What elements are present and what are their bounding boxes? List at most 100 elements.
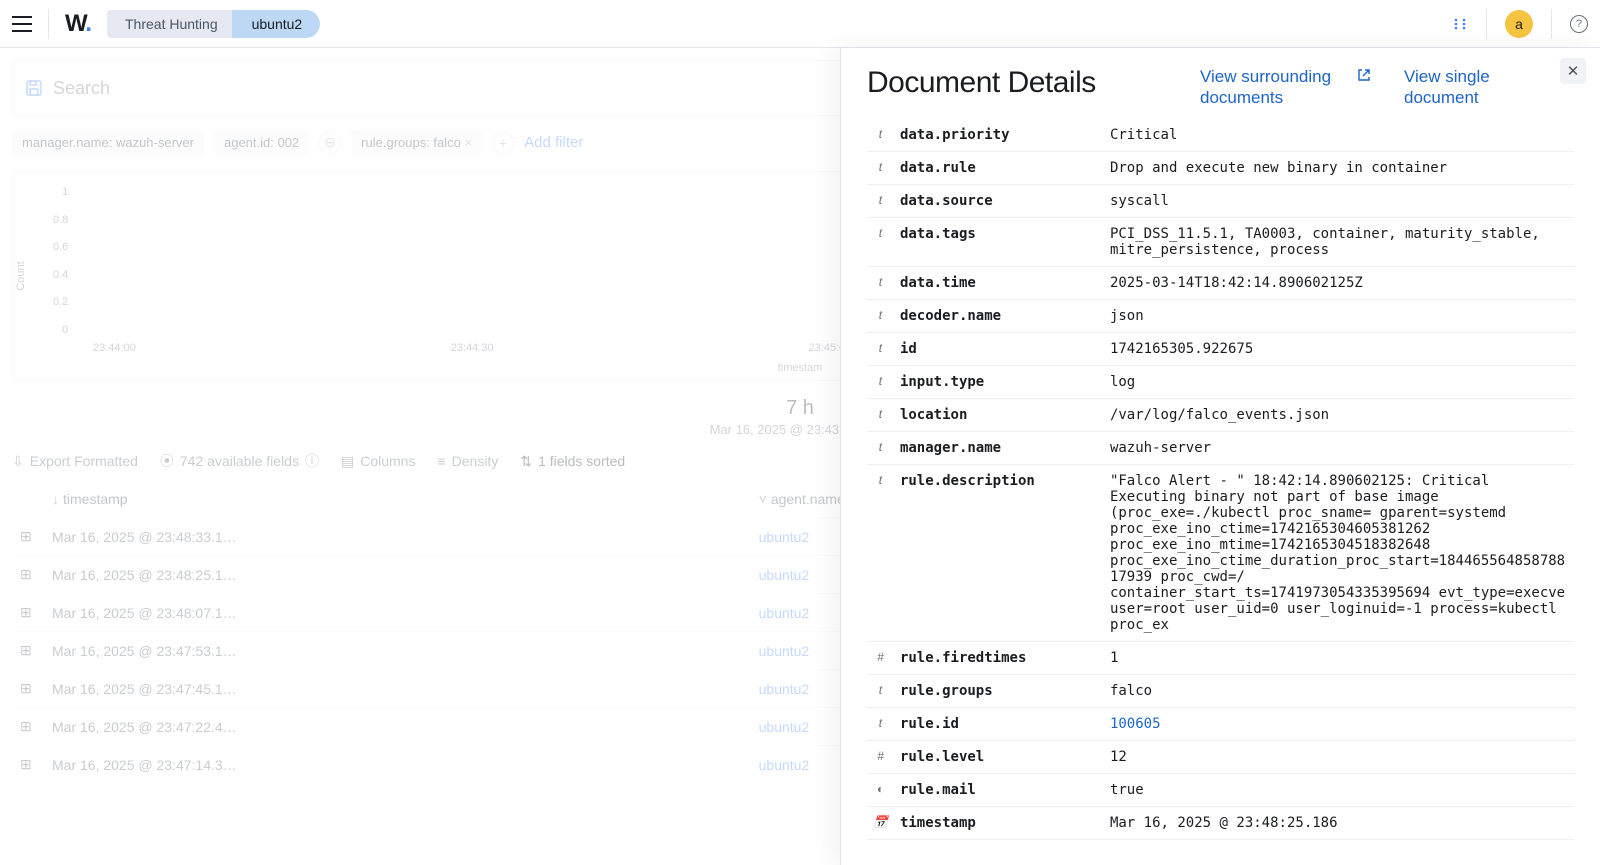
add-filter-button[interactable]: Add filter — [524, 134, 583, 151]
field-type-icon: t — [867, 707, 894, 740]
field-name: rule.mail — [894, 773, 1104, 806]
field-value: Critical — [1104, 119, 1574, 152]
field-name: rule.groups — [894, 674, 1104, 707]
chart-x-label: timestam — [778, 362, 823, 374]
document-details-flyout: ✕ Document Details View surrounding docu… — [840, 48, 1600, 865]
add-filter-icon[interactable]: + — [492, 132, 514, 154]
logo[interactable]: W. — [65, 10, 91, 38]
field-type-icon: # — [867, 740, 894, 773]
field-name: data.tags — [894, 217, 1104, 266]
save-icon[interactable] — [25, 79, 43, 97]
avatar[interactable]: a — [1505, 10, 1533, 38]
field-row: # rule.level 12 — [867, 740, 1574, 773]
field-value: /var/log/falco_events.json — [1104, 398, 1574, 431]
field-value: Mar 16, 2025 @ 23:48:25.186 — [1104, 806, 1574, 839]
field-value: 12 — [1104, 740, 1574, 773]
field-type-icon: t — [867, 398, 894, 431]
top-bar: W. Threat Hunting ubuntu2 a ? — [0, 0, 1600, 48]
breadcrumb-parent[interactable]: Threat Hunting — [107, 10, 236, 38]
density-button[interactable]: ≡Density — [437, 453, 498, 469]
field-value[interactable]: 100605 — [1104, 707, 1574, 740]
field-type-icon: ◐ — [867, 773, 894, 806]
cell-timestamp: Mar 16, 2025 @ 23:47:53.1… — [44, 632, 751, 670]
expand-icon[interactable]: ⊞ — [12, 594, 44, 632]
field-value: log — [1104, 365, 1574, 398]
field-row: t manager.name wazuh-server — [867, 431, 1574, 464]
field-type-icon: # — [867, 641, 894, 674]
field-name: rule.level — [894, 740, 1104, 773]
field-type-icon: t — [867, 266, 894, 299]
view-single-link[interactable]: View single document — [1404, 66, 1574, 109]
cell-timestamp: Mar 16, 2025 @ 23:48:25.1… — [44, 556, 751, 594]
chart-y-label: Count — [15, 261, 27, 290]
sort-button[interactable]: ⇅1 fields sorted — [520, 453, 625, 470]
field-value: json — [1104, 299, 1574, 332]
field-name: rule.firedtimes — [894, 641, 1104, 674]
field-value: Drop and execute new binary in container — [1104, 151, 1574, 184]
breadcrumb-active[interactable]: ubuntu2 — [232, 10, 321, 38]
field-value: true — [1104, 773, 1574, 806]
expand-icon[interactable]: ⊞ — [12, 746, 44, 784]
close-button[interactable]: ✕ — [1560, 58, 1586, 84]
app-switcher-icon[interactable] — [1452, 16, 1468, 32]
field-value: falco — [1104, 674, 1574, 707]
field-type-icon: 📅 — [867, 806, 894, 839]
field-type-icon: t — [867, 119, 894, 152]
field-value: syscall — [1104, 184, 1574, 217]
field-row: # rule.firedtimes 1 — [867, 641, 1574, 674]
field-value: wazuh-server — [1104, 431, 1574, 464]
expand-icon[interactable]: ⊞ — [12, 670, 44, 708]
export-button[interactable]: ⇩Export Formatted — [12, 453, 138, 470]
field-name: data.source — [894, 184, 1104, 217]
field-row: t rule.groups falco — [867, 674, 1574, 707]
columns-button[interactable]: ▤Columns — [341, 453, 415, 470]
field-row: t data.tags PCI_DSS_11.5.1, TA0003, cont… — [867, 217, 1574, 266]
filter-pill[interactable]: rule.groups: falco — [351, 130, 482, 155]
field-name: data.rule — [894, 151, 1104, 184]
field-type-icon: t — [867, 365, 894, 398]
field-row: t data.source syscall — [867, 184, 1574, 217]
divider — [1551, 9, 1552, 39]
field-row: t rule.id 100605 — [867, 707, 1574, 740]
cell-timestamp: Mar 16, 2025 @ 23:47:45.1… — [44, 670, 751, 708]
expand-icon[interactable]: ⊞ — [12, 556, 44, 594]
field-value: PCI_DSS_11.5.1, TA0003, container, matur… — [1104, 217, 1574, 266]
field-row: t data.time 2025-03-14T18:42:14.89060212… — [867, 266, 1574, 299]
expand-icon[interactable]: ⊞ — [12, 518, 44, 556]
fields-button[interactable]: ⦿742 available fieldsⓘ — [160, 451, 319, 471]
field-name: manager.name — [894, 431, 1104, 464]
field-row: 📅 timestamp Mar 16, 2025 @ 23:48:25.186 — [867, 806, 1574, 839]
field-value: 2025-03-14T18:42:14.890602125Z — [1104, 266, 1574, 299]
flyout-title: Document Details — [867, 66, 1096, 100]
field-row: t location /var/log/falco_events.json — [867, 398, 1574, 431]
field-type-icon: t — [867, 674, 894, 707]
breadcrumb: Threat Hunting ubuntu2 — [107, 10, 320, 38]
fields-table: t data.priority Criticalt data.rule Drop… — [867, 119, 1574, 840]
field-row: ◐ rule.mail true — [867, 773, 1574, 806]
filter-toggle-icon[interactable]: ⊖ — [319, 132, 341, 154]
cell-timestamp: Mar 16, 2025 @ 23:48:07.1… — [44, 594, 751, 632]
cell-timestamp: Mar 16, 2025 @ 23:47:14.3… — [44, 746, 751, 784]
field-name: data.time — [894, 266, 1104, 299]
expand-icon[interactable]: ⊞ — [12, 708, 44, 746]
field-type-icon: t — [867, 431, 894, 464]
filter-pill[interactable]: agent.id: 002 — [214, 130, 309, 155]
cell-timestamp: Mar 16, 2025 @ 23:48:33.1… — [44, 518, 751, 556]
external-link-icon — [1358, 69, 1370, 81]
help-icon[interactable]: ? — [1570, 15, 1588, 33]
field-name: id — [894, 332, 1104, 365]
cell-timestamp: Mar 16, 2025 @ 23:47:22.4… — [44, 708, 751, 746]
field-type-icon: t — [867, 299, 894, 332]
field-name: rule.description — [894, 464, 1104, 641]
field-value: 1742165305.922675 — [1104, 332, 1574, 365]
chart-y-ticks: 10.80.60.40.20 — [53, 186, 68, 336]
field-type-icon: t — [867, 151, 894, 184]
filter-pill[interactable]: manager.name: wazuh-server — [12, 130, 204, 155]
field-row: t input.type log — [867, 365, 1574, 398]
hamburger-menu-icon[interactable] — [12, 16, 32, 32]
field-type-icon: t — [867, 184, 894, 217]
col-timestamp[interactable]: ↓timestamp — [44, 481, 751, 518]
field-name: timestamp — [894, 806, 1104, 839]
view-surrounding-link[interactable]: View surrounding documents — [1200, 66, 1370, 109]
expand-icon[interactable]: ⊞ — [12, 632, 44, 670]
